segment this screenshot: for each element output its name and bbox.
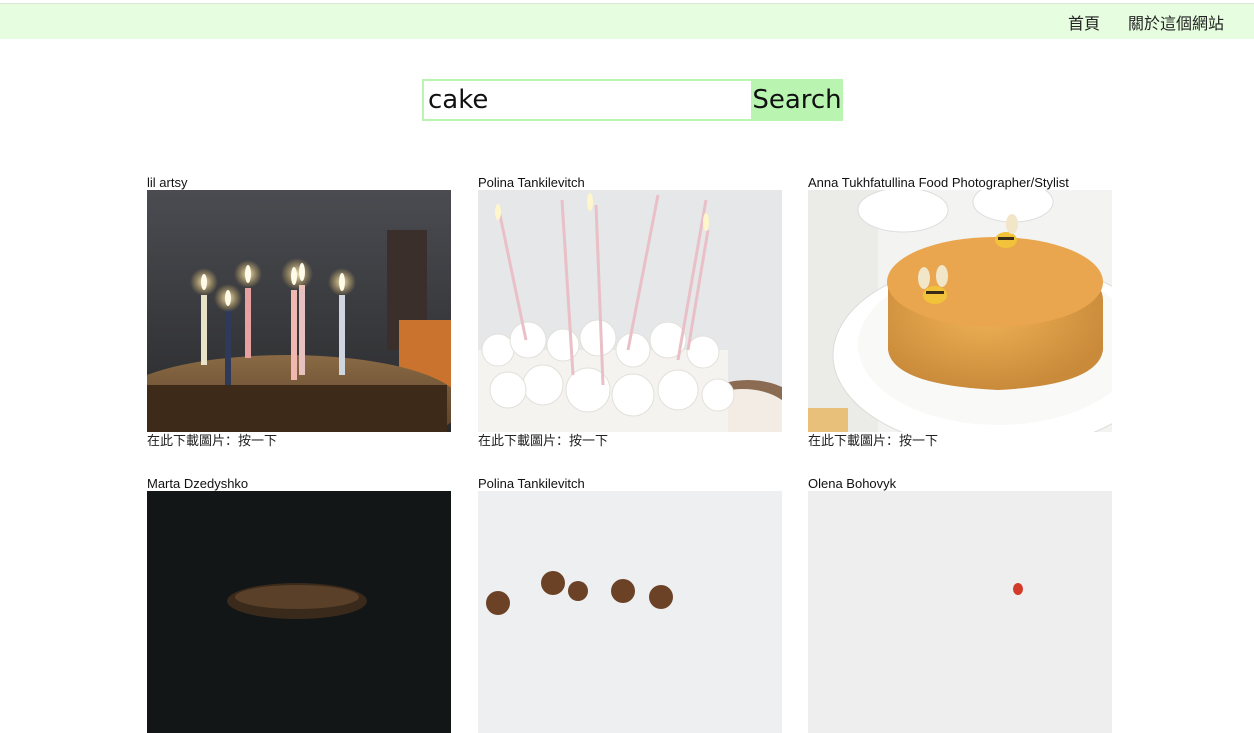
download-link[interactable]: 在此下載圖片：按一下 (478, 434, 782, 449)
download-link[interactable]: 在此下載圖片：按一下 (147, 434, 451, 449)
result-card: Olena Bohovyk (808, 476, 1112, 733)
search-form: Search (422, 79, 843, 121)
result-photo-honey-cake[interactable] (808, 190, 1112, 432)
photographer-name: lil artsy (147, 175, 188, 190)
nav-link-about[interactable]: 關於這個網站 (1128, 10, 1224, 34)
result-photo-cream-cake[interactable] (478, 190, 782, 432)
search-input[interactable] (422, 79, 751, 121)
nav-link-home[interactable]: 首頁 (1068, 10, 1100, 34)
download-link[interactable]: 在此下載圖片：按一下 (808, 434, 1112, 449)
result-card: Polina Tankilevitch (478, 476, 782, 733)
top-nav-bar: 首頁 關於這個網站 (0, 3, 1254, 39)
result-photo-birthday-cake[interactable] (147, 190, 451, 432)
result-card: Polina Tankilevitch (478, 175, 782, 449)
result-photo-white-cake[interactable] (808, 491, 1112, 733)
photographer-name: Polina Tankilevitch (478, 476, 585, 491)
nav-links: 首頁 關於這個網站 (1068, 4, 1224, 39)
photographer-name: Marta Dzedyshko (147, 476, 249, 491)
photographer-name: Polina Tankilevitch (478, 175, 585, 190)
result-card: Marta Dzedyshko (147, 476, 451, 733)
result-photo-chocolate-cake[interactable] (147, 491, 451, 733)
result-card: lil artsy 在此下載圖片：按一下 (147, 175, 451, 449)
photographer-name: Anna Tukhfatullina Food Photographer/Sty… (808, 175, 1069, 190)
search-button[interactable]: Search (751, 79, 843, 121)
result-photo-truffle-cake[interactable] (478, 491, 782, 733)
photographer-name: Olena Bohovyk (808, 476, 897, 491)
result-card: Anna Tukhfatullina Food Photographer/Sty… (808, 175, 1112, 449)
